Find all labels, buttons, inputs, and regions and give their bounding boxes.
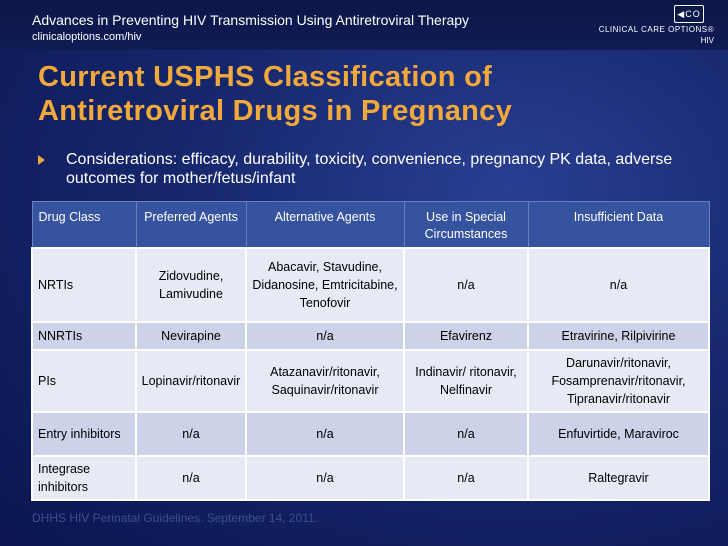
column-header: Preferred Agents (135, 201, 247, 248)
table-cell: Efavirenz (403, 320, 529, 351)
table-cell: n/a (403, 410, 529, 457)
slide: Advances in Preventing HIV Transmission … (0, 0, 728, 546)
table-cell: n/a (403, 454, 529, 501)
table-cell: n/a (245, 454, 405, 501)
table-cell: NRTIs (31, 246, 137, 323)
table-cell: Indinavir/ ritonavir, Nelfinavir (403, 348, 529, 413)
table-cell: PIs (31, 348, 137, 413)
cco-logo-icon: ◀CO (674, 5, 704, 23)
table-cell: Zidovudine, Lamivudine (135, 246, 247, 323)
table-cell: Darunavir/ritonavir, Fosamprenavir/riton… (527, 348, 710, 413)
table-cell: Integrase inhibitors (31, 454, 137, 501)
table-cell: Atazanavir/ritonavir, Saquinavir/ritonav… (245, 348, 405, 413)
drug-classification-table: Drug Class Preferred Agents Alternative … (31, 201, 710, 501)
table-row: Entry inhibitors n/a n/a n/a Enfuvirtide… (31, 410, 710, 457)
bullet-text: Considerations: efficacy, durability, to… (66, 151, 673, 187)
slide-title: Current USPHS Classification of Antiretr… (38, 61, 513, 127)
table-row: NNRTIs Nevirapine n/a Efavirenz Etraviri… (31, 320, 710, 351)
table-cell: Lopinavir/ritonavir (135, 348, 247, 413)
table-header-row: Drug Class Preferred Agents Alternative … (31, 201, 710, 248)
column-header: Use in Special Circumstances (403, 201, 529, 248)
table-cell: n/a (135, 410, 247, 457)
table-cell: n/a (245, 320, 405, 351)
source-citation: DHHS HIV Perinatal Guidelines. September… (32, 511, 318, 525)
logo-brand-text: CLINICAL CARE OPTIONS® (598, 25, 714, 34)
banner-url[interactable]: clinicaloptions.com/hiv (32, 31, 141, 43)
table-cell: n/a (245, 410, 405, 457)
table-cell: n/a (135, 454, 247, 501)
table-row: NRTIs Zidovudine, Lamivudine Abacavir, S… (31, 246, 710, 323)
bullet-arrow-icon (38, 155, 45, 165)
top-banner: Advances in Preventing HIV Transmission … (0, 0, 728, 50)
table-cell: Abacavir, Stavudine, Didanosine, Emtrici… (245, 246, 405, 323)
column-header: Insufficient Data (527, 201, 710, 248)
column-header: Alternative Agents (245, 201, 405, 248)
table-cell: n/a (403, 246, 529, 323)
table-cell: NNRTIs (31, 320, 137, 351)
table-cell: n/a (527, 246, 710, 323)
logo-hiv-text: HIV (700, 36, 714, 45)
banner-title: Advances in Preventing HIV Transmission … (32, 12, 470, 28)
table-cell: Enfuvirtide, Maraviroc (527, 410, 710, 457)
table-row: PIs Lopinavir/ritonavir Atazanavir/riton… (31, 348, 710, 413)
clinical-care-options-logo: ◀CO CLINICAL CARE OPTIONS® HIV (596, 5, 716, 47)
table-row: Integrase inhibitors n/a n/a n/a Raltegr… (31, 454, 710, 501)
column-header: Drug Class (31, 201, 137, 248)
table-cell: Etravirine, Rilpivirine (527, 320, 710, 351)
table-cell: Nevirapine (135, 320, 247, 351)
table-cell: Raltegravir (527, 454, 710, 501)
table-cell: Entry inhibitors (31, 410, 137, 457)
